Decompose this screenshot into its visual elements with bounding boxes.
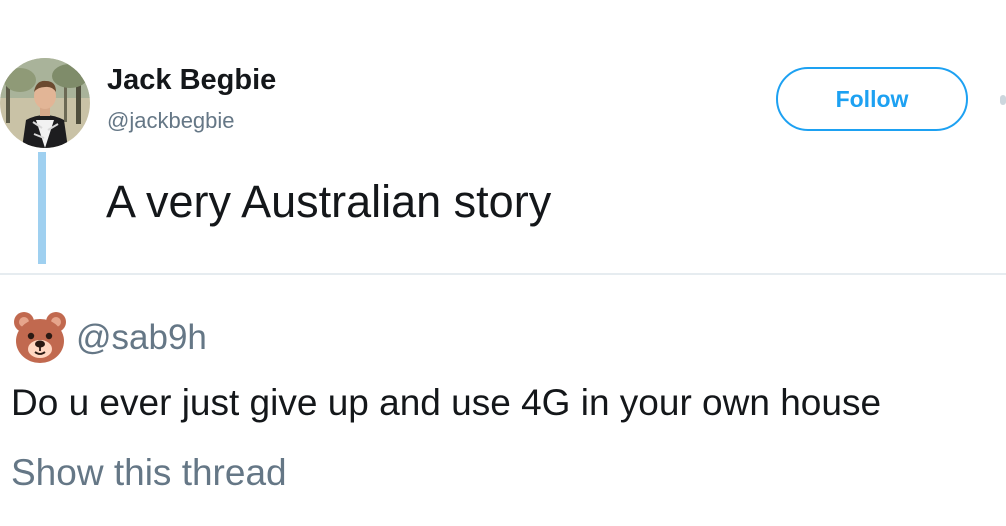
tweet-text: A very Australian story <box>106 176 552 227</box>
thread-connector-line <box>38 152 46 264</box>
edge-fragment <box>1000 95 1006 105</box>
bear-face-icon <box>13 311 67 365</box>
tweet-header: Jack Begbie @jackbegbie Follow <box>0 0 1006 150</box>
quoted-text: Do u ever just give up and use 4G in you… <box>11 382 882 423</box>
author-name[interactable]: Jack Begbie <box>107 64 276 97</box>
author-avatar[interactable] <box>0 58 90 148</box>
show-thread-link[interactable]: Show this thread <box>11 452 287 494</box>
quoted-handle[interactable]: @sab9h <box>76 318 207 358</box>
divider <box>0 273 1006 275</box>
user-photo-avatar <box>0 58 90 148</box>
author-handle[interactable]: @jackbegbie <box>107 108 235 134</box>
follow-button[interactable]: Follow <box>776 67 968 131</box>
